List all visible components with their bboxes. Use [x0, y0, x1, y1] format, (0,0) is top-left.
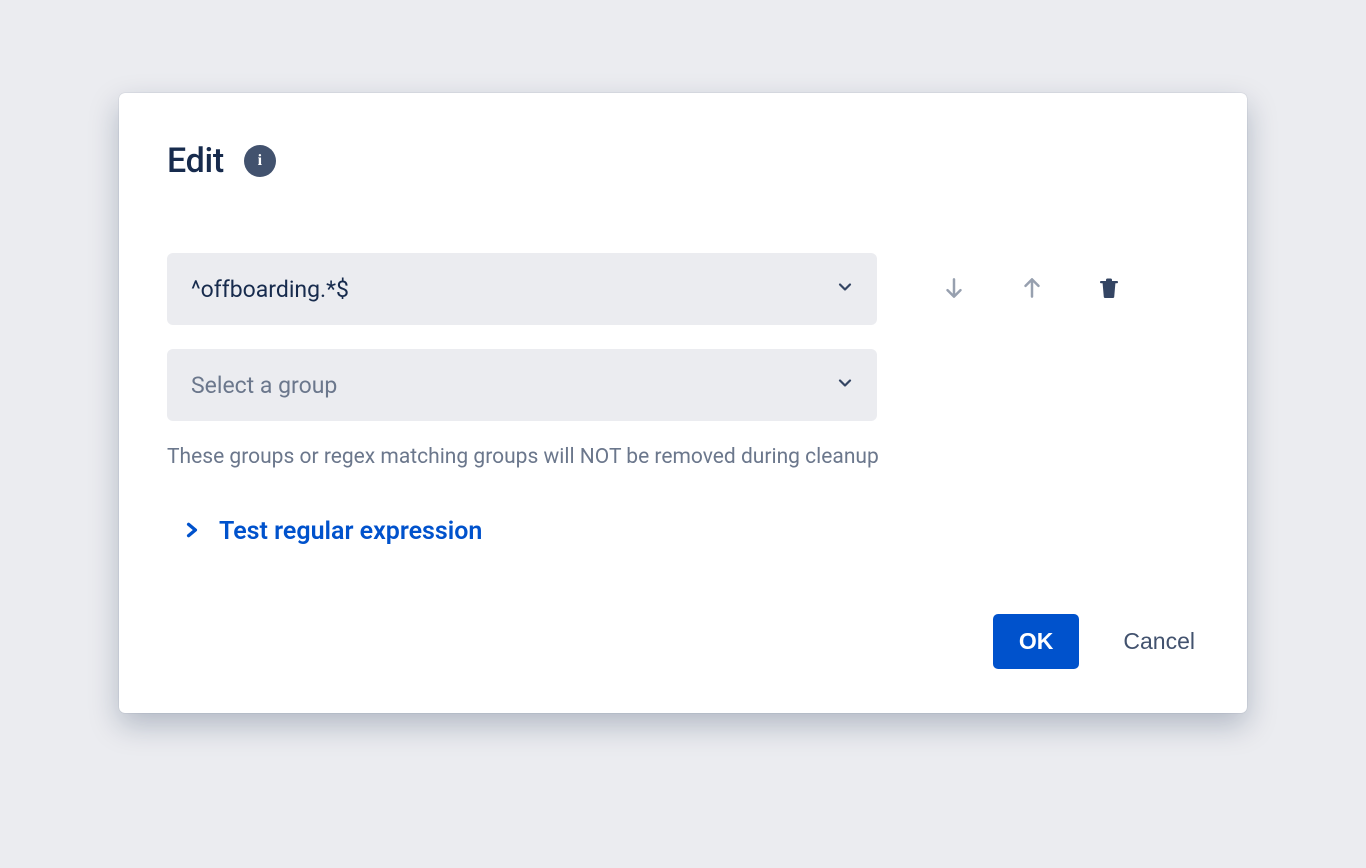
- test-regex-label: Test regular expression: [219, 517, 482, 546]
- arrow-up-icon: [1019, 275, 1045, 304]
- row-actions: [937, 271, 1125, 308]
- group-select-placeholder: Select a group: [191, 372, 337, 399]
- ok-button[interactable]: OK: [993, 614, 1080, 669]
- dialog-footer: OK Cancel: [167, 614, 1199, 669]
- group-row: Select a group: [167, 349, 1199, 421]
- delete-button[interactable]: [1093, 272, 1125, 307]
- chevron-down-icon: [837, 279, 853, 299]
- helper-text: These groups or regex matching groups wi…: [167, 445, 1199, 469]
- regex-select-value: ^offboarding.*$: [191, 276, 349, 303]
- chevron-down-icon: [837, 375, 853, 395]
- arrow-down-icon: [941, 275, 967, 304]
- trash-icon: [1097, 276, 1121, 303]
- edit-dialog: Edit i ^offboarding.*$: [119, 93, 1247, 713]
- dialog-title: Edit: [167, 141, 224, 181]
- regex-row: ^offboarding.*$: [167, 253, 1199, 325]
- chevron-right-icon: [185, 521, 199, 543]
- dialog-header: Edit i: [167, 141, 1199, 181]
- regex-select[interactable]: ^offboarding.*$: [167, 253, 877, 325]
- test-regex-expander[interactable]: Test regular expression: [167, 517, 1199, 546]
- move-down-button[interactable]: [937, 271, 971, 308]
- cancel-button[interactable]: Cancel: [1119, 614, 1199, 669]
- group-select[interactable]: Select a group: [167, 349, 877, 421]
- info-icon[interactable]: i: [244, 145, 276, 177]
- move-up-button[interactable]: [1015, 271, 1049, 308]
- info-icon-glyph: i: [258, 152, 262, 170]
